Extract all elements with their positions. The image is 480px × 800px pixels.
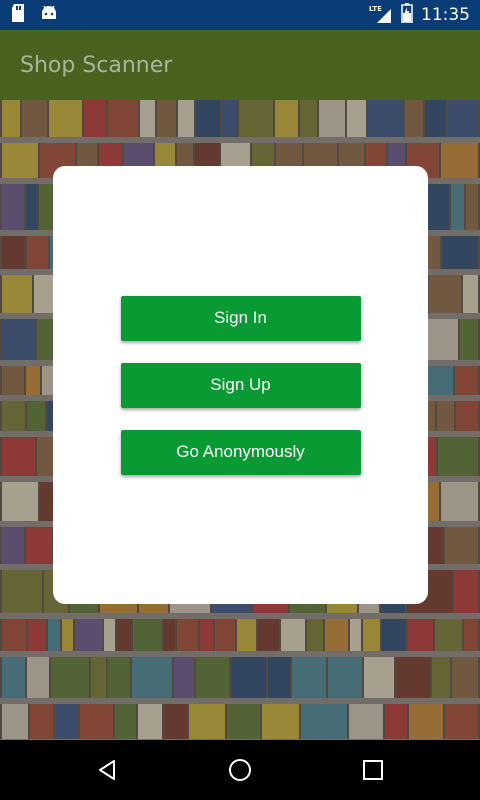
sign-up-button[interactable]: Sign Up: [120, 362, 361, 408]
navigation-bar: [0, 740, 480, 800]
go-anonymously-button[interactable]: Go Anonymously: [120, 429, 361, 475]
battery-icon: [401, 3, 413, 27]
app-title: Shop Scanner: [20, 52, 173, 78]
sign-in-button[interactable]: Sign In: [120, 295, 361, 341]
recents-icon[interactable]: [353, 750, 393, 790]
home-icon[interactable]: [220, 750, 260, 790]
android-icon: [40, 5, 58, 25]
sd-card-icon: [10, 4, 26, 26]
app-bar: Shop Scanner: [0, 30, 480, 100]
status-time: 11:35: [421, 5, 470, 25]
auth-dialog: Sign In Sign Up Go Anonymously: [53, 166, 428, 604]
signal-icon: LTE: [369, 5, 393, 25]
back-icon[interactable]: [87, 750, 127, 790]
status-bar: LTE 11:35: [0, 0, 480, 30]
